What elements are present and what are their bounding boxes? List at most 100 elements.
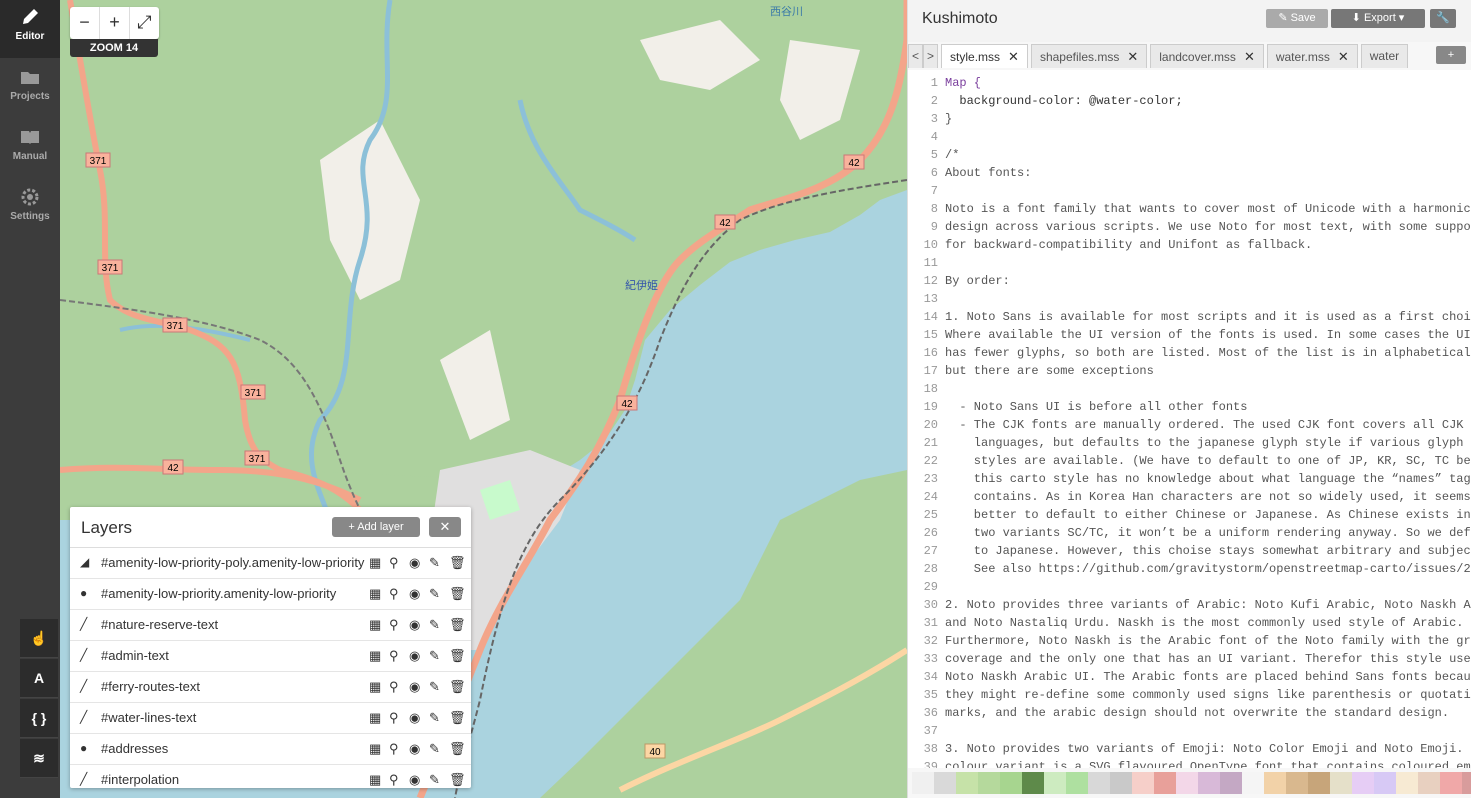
nav-editor[interactable]: Editor bbox=[0, 0, 60, 58]
code-line[interactable] bbox=[945, 128, 1471, 146]
search-icon[interactable]: ⚲ bbox=[389, 679, 403, 694]
search-icon[interactable]: ⚲ bbox=[389, 710, 403, 725]
color-swatch[interactable] bbox=[1154, 772, 1176, 794]
search-icon[interactable]: ⚲ bbox=[389, 617, 403, 632]
color-swatch[interactable] bbox=[1352, 772, 1374, 794]
color-swatch[interactable] bbox=[1176, 772, 1198, 794]
eye-icon[interactable]: ◉ bbox=[409, 772, 423, 787]
zoom-in-button[interactable]: + bbox=[100, 7, 130, 39]
eye-icon[interactable]: ◉ bbox=[409, 586, 423, 601]
trash-icon[interactable]: 🗑 bbox=[449, 741, 466, 756]
table-icon[interactable]: ▦ bbox=[369, 679, 383, 694]
color-swatch[interactable] bbox=[1000, 772, 1022, 794]
color-swatch[interactable] bbox=[1110, 772, 1132, 794]
code-line[interactable]: About fonts: bbox=[945, 164, 1471, 182]
table-icon[interactable]: ▦ bbox=[369, 772, 383, 787]
trash-icon[interactable]: 🗑 bbox=[449, 586, 466, 601]
code-line[interactable]: Noto Naskh Arabic UI. The Arabic fonts a… bbox=[945, 668, 1471, 686]
eye-icon[interactable]: ◉ bbox=[409, 710, 423, 725]
trash-icon[interactable]: 🗑 bbox=[449, 710, 466, 725]
add-layer-button[interactable]: + Add layer bbox=[332, 517, 420, 537]
tab-water-mss[interactable]: water.mss ✕ bbox=[1266, 44, 1358, 68]
table-icon[interactable]: ▦ bbox=[369, 617, 383, 632]
code-line[interactable]: two variants SC/TC, it won’t be a unifor… bbox=[945, 524, 1471, 542]
tab-next-button[interactable]: > bbox=[923, 44, 939, 68]
color-swatch[interactable] bbox=[1286, 772, 1308, 794]
close-icon[interactable]: ✕ bbox=[1338, 49, 1349, 64]
add-tab-button[interactable]: + bbox=[1436, 46, 1466, 64]
color-swatch[interactable] bbox=[1066, 772, 1088, 794]
carto-tool-button[interactable]: { } bbox=[20, 699, 58, 738]
code-line[interactable]: has fewer glyphs, so both are listed. Mo… bbox=[945, 344, 1471, 362]
code-line[interactable] bbox=[945, 290, 1471, 308]
trash-icon[interactable]: 🗑 bbox=[449, 679, 466, 694]
tab-style-mss[interactable]: style.mss ✕ bbox=[941, 44, 1028, 68]
table-icon[interactable]: ▦ bbox=[369, 741, 383, 756]
code-line[interactable]: but there are some exceptions bbox=[945, 362, 1471, 380]
code-line[interactable]: better to default to either Chinese or J… bbox=[945, 506, 1471, 524]
color-swatch[interactable] bbox=[912, 772, 934, 794]
code-line[interactable]: See also https://github.com/gravitystorm… bbox=[945, 560, 1471, 578]
color-swatch[interactable] bbox=[934, 772, 956, 794]
layer-row[interactable]: ● #amenity-low-priority.amenity-low-prio… bbox=[70, 579, 471, 610]
code-line[interactable]: 3. Noto provides two variants of Emoji: … bbox=[945, 740, 1471, 758]
code-line[interactable]: contains. As in Korea Han characters are… bbox=[945, 488, 1471, 506]
export-button[interactable]: ⬇ Export ▾ bbox=[1331, 9, 1425, 28]
color-swatch[interactable] bbox=[1396, 772, 1418, 794]
search-icon[interactable]: ⚲ bbox=[389, 586, 403, 601]
zoom-out-button[interactable]: − bbox=[70, 7, 100, 39]
code-line[interactable]: Where available the UI version of the fo… bbox=[945, 326, 1471, 344]
color-swatch[interactable] bbox=[1440, 772, 1462, 794]
code-line[interactable] bbox=[945, 254, 1471, 272]
pencil-icon[interactable]: ✎ bbox=[429, 586, 443, 601]
layers-tool-button[interactable]: ≋ bbox=[20, 739, 58, 778]
code-line[interactable]: colour variant is a SVG flavoured OpenTy… bbox=[945, 758, 1471, 768]
code-line[interactable]: styles are available. (We have to defaul… bbox=[945, 452, 1471, 470]
fullscreen-button[interactable]: ⤢ bbox=[130, 7, 159, 39]
code-lines[interactable]: Map { background-color: @water-color;} /*… bbox=[945, 74, 1471, 768]
layer-row[interactable]: ╱ #interpolation ▦ ⚲ ◉ ✎ 🗑 bbox=[70, 765, 471, 788]
table-icon[interactable]: ▦ bbox=[369, 648, 383, 663]
code-line[interactable]: marks, and the arabic design should not … bbox=[945, 704, 1471, 722]
close-icon[interactable]: ✕ bbox=[1127, 49, 1138, 64]
code-line[interactable]: they might re-define some commonly used … bbox=[945, 686, 1471, 704]
color-swatch[interactable] bbox=[1198, 772, 1220, 794]
code-area[interactable]: 1 2 3 4 5 6 7 8 9 10 11 12 13 14 15 16 17 18 19 20 21 22 23 24 2… bbox=[908, 70, 1471, 768]
eye-icon[interactable]: ◉ bbox=[409, 679, 423, 694]
color-swatch[interactable] bbox=[956, 772, 978, 794]
trash-icon[interactable]: 🗑 bbox=[449, 617, 466, 632]
code-line[interactable]: and Noto Nastaliq Urdu. Naskh is the mos… bbox=[945, 614, 1471, 632]
pencil-icon[interactable]: ✎ bbox=[429, 555, 443, 570]
pencil-icon[interactable]: ✎ bbox=[429, 741, 443, 756]
search-icon[interactable]: ⚲ bbox=[389, 741, 403, 756]
code-line[interactable]: /* bbox=[945, 146, 1471, 164]
layer-row[interactable]: ◢ #amenity-low-priority-poly.amenity-low… bbox=[70, 548, 471, 579]
layer-row[interactable]: ╱ #water-lines-text ▦ ⚲ ◉ ✎ 🗑 bbox=[70, 703, 471, 734]
code-line[interactable]: design across various scripts. We use No… bbox=[945, 218, 1471, 236]
layer-row[interactable]: ╱ #ferry-routes-text ▦ ⚲ ◉ ✎ 🗑 bbox=[70, 672, 471, 703]
eye-icon[interactable]: ◉ bbox=[409, 555, 423, 570]
pointer-tool-button[interactable]: ☝ bbox=[20, 619, 58, 658]
code-line[interactable]: Map { bbox=[945, 74, 1471, 92]
trash-icon[interactable]: 🗑 bbox=[449, 555, 466, 570]
search-icon[interactable]: ⚲ bbox=[389, 555, 403, 570]
color-swatch[interactable] bbox=[1308, 772, 1330, 794]
tab-landcover-mss[interactable]: landcover.mss ✕ bbox=[1150, 44, 1264, 68]
trash-icon[interactable]: 🗑 bbox=[449, 648, 466, 663]
tab-shapefiles-mss[interactable]: shapefiles.mss ✕ bbox=[1030, 44, 1148, 68]
pencil-icon[interactable]: ✎ bbox=[429, 617, 443, 632]
save-button[interactable]: ✎ Save bbox=[1266, 9, 1328, 28]
color-swatch[interactable] bbox=[1330, 772, 1352, 794]
color-swatch[interactable] bbox=[1462, 772, 1471, 794]
pencil-icon[interactable]: ✎ bbox=[429, 710, 443, 725]
layer-row[interactable]: ● #addresses ▦ ⚲ ◉ ✎ 🗑 bbox=[70, 734, 471, 765]
code-line[interactable]: to Japanese. However, this choise stays … bbox=[945, 542, 1471, 560]
layer-row[interactable]: ╱ #nature-reserve-text ▦ ⚲ ◉ ✎ 🗑 bbox=[70, 610, 471, 641]
pencil-icon[interactable]: ✎ bbox=[429, 648, 443, 663]
close-icon[interactable]: ✕ bbox=[1244, 49, 1255, 64]
code-line[interactable]: - Noto Sans UI is before all other fonts bbox=[945, 398, 1471, 416]
code-line[interactable] bbox=[945, 578, 1471, 596]
code-line[interactable] bbox=[945, 722, 1471, 740]
color-swatch[interactable] bbox=[978, 772, 1000, 794]
code-line[interactable]: 1. Noto Sans is available for most scrip… bbox=[945, 308, 1471, 326]
